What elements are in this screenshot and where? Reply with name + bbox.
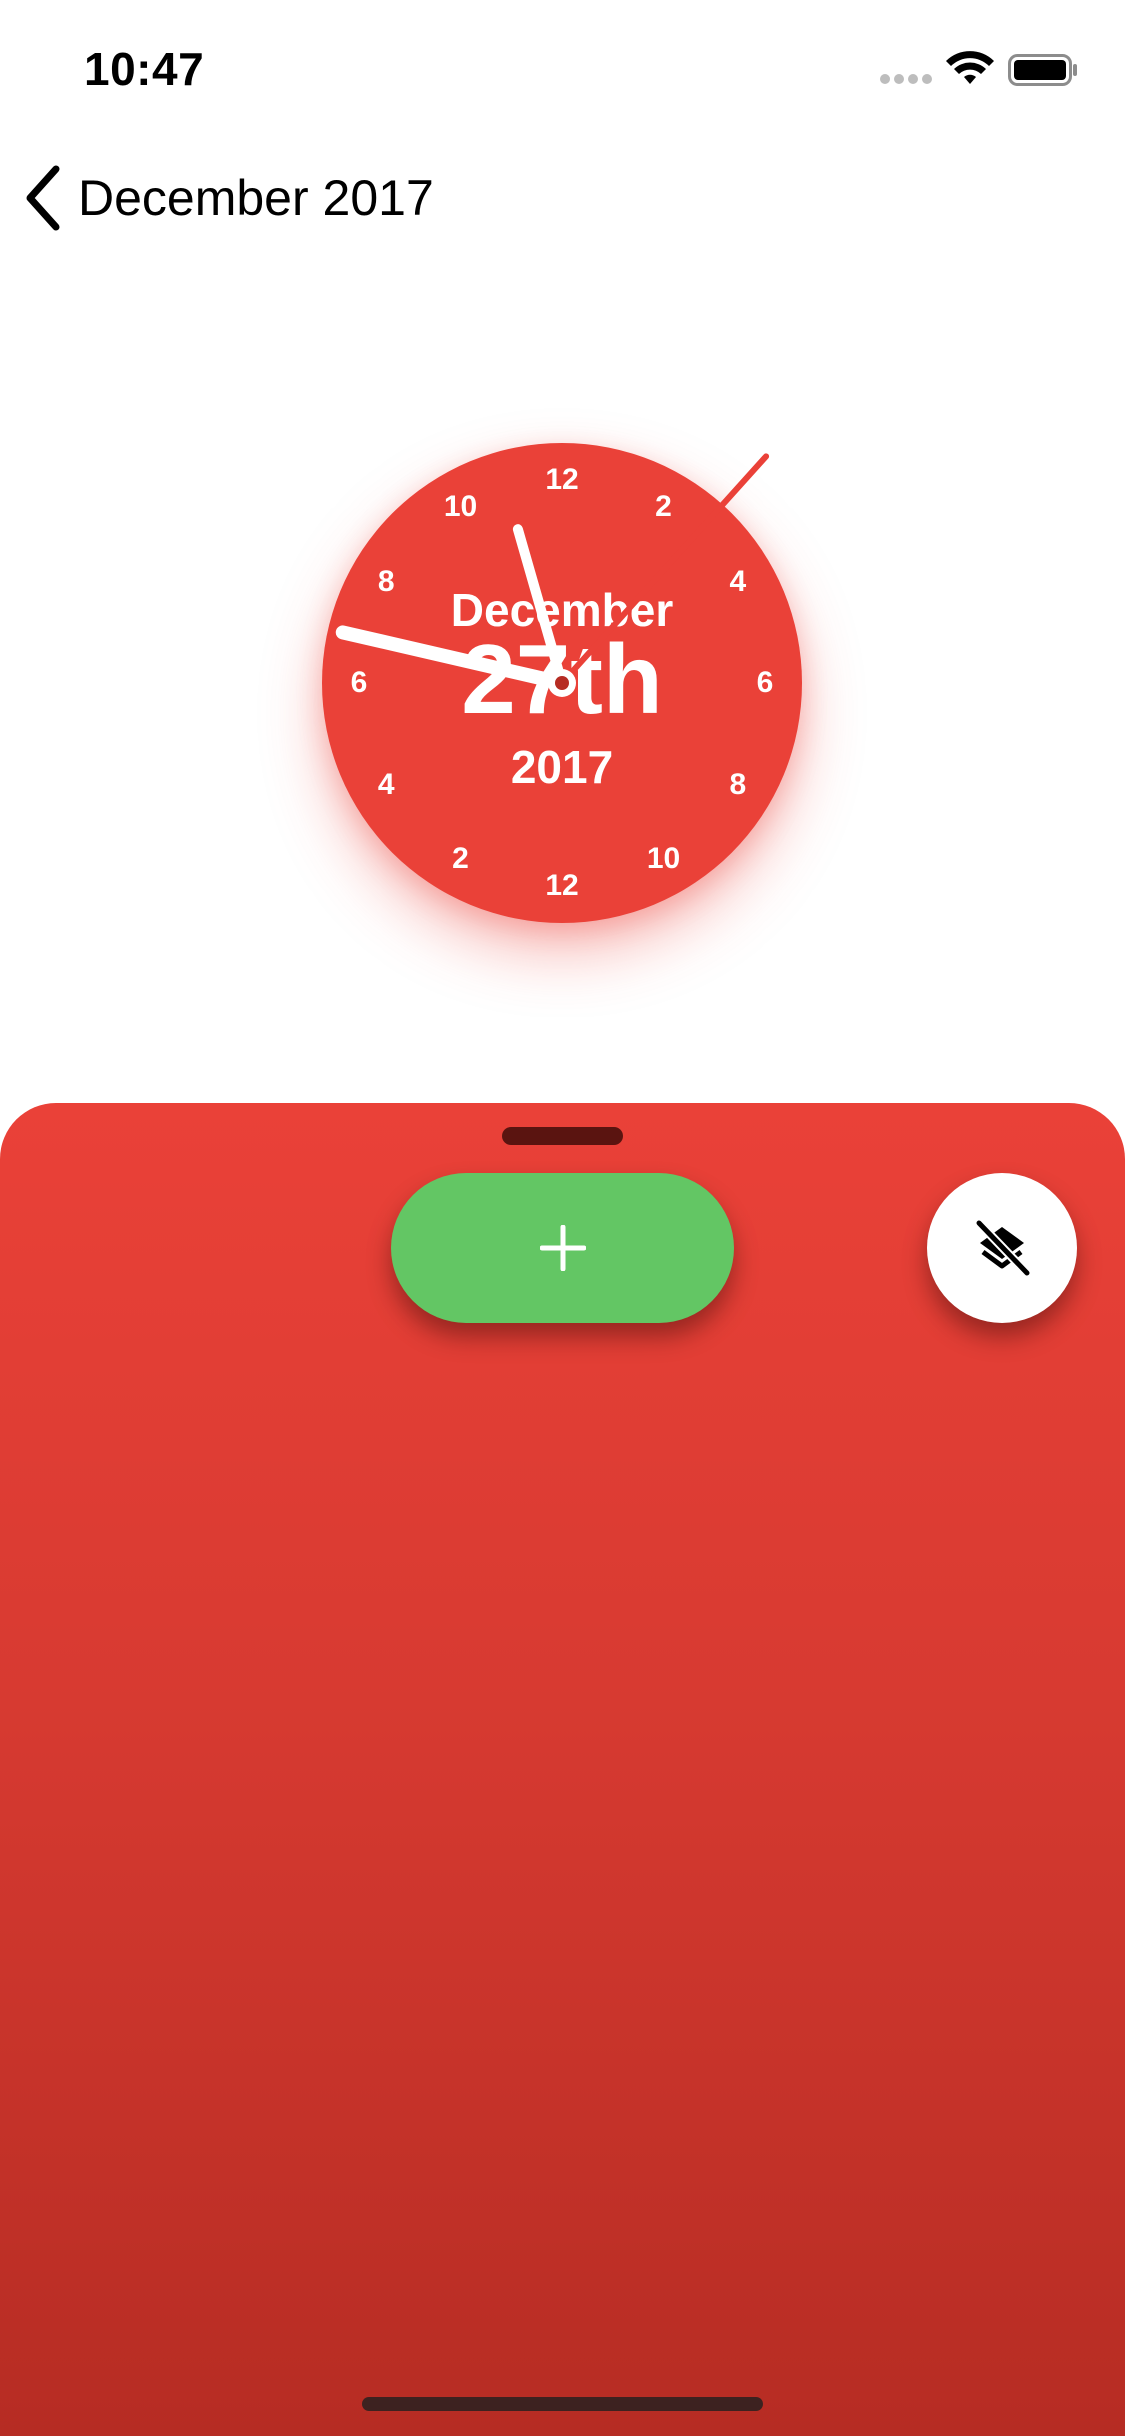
clock-numeral: 2 [452, 841, 469, 875]
clock-numeral: 6 [756, 666, 774, 699]
clock-numeral: 12 [545, 869, 579, 902]
clock-pivot-center [555, 676, 569, 690]
clock-numeral: 10 [443, 490, 478, 524]
back-button[interactable]: December 2017 [22, 165, 434, 231]
clock-numeral: 8 [729, 767, 747, 801]
add-button[interactable] [391, 1173, 734, 1323]
clock-hands [335, 453, 770, 697]
clock-numeral: 6 [350, 666, 368, 699]
chevron-left-icon [26, 165, 60, 231]
layers-off-icon [975, 1219, 1031, 1277]
nav-title: December 2017 [78, 170, 434, 226]
sheet-drag-handle[interactable] [502, 1127, 623, 1145]
hour-hand [512, 524, 567, 688]
status-time: 10:47 [84, 43, 205, 95]
layers-toggle-button[interactable] [927, 1173, 1077, 1323]
plus-icon [539, 1225, 586, 1271]
clock-numeral: 12 [545, 463, 579, 496]
clock-numeral: 2 [655, 490, 672, 524]
clock-numeral: 10 [646, 841, 681, 875]
wifi-icon [946, 51, 994, 84]
clock-numeral: 4 [377, 767, 395, 801]
cellular-signal-icon [880, 74, 932, 86]
date-clock[interactable]: December 27th 2017 1224681012246810 [322, 443, 802, 923]
home-indicator [362, 2397, 763, 2411]
status-bar: 10:47 [0, 0, 1125, 120]
clock-numeral: 4 [729, 564, 747, 598]
bottom-sheet[interactable] [0, 1103, 1125, 2436]
battery-icon [1008, 54, 1077, 86]
clock-numeral: 8 [377, 564, 395, 598]
